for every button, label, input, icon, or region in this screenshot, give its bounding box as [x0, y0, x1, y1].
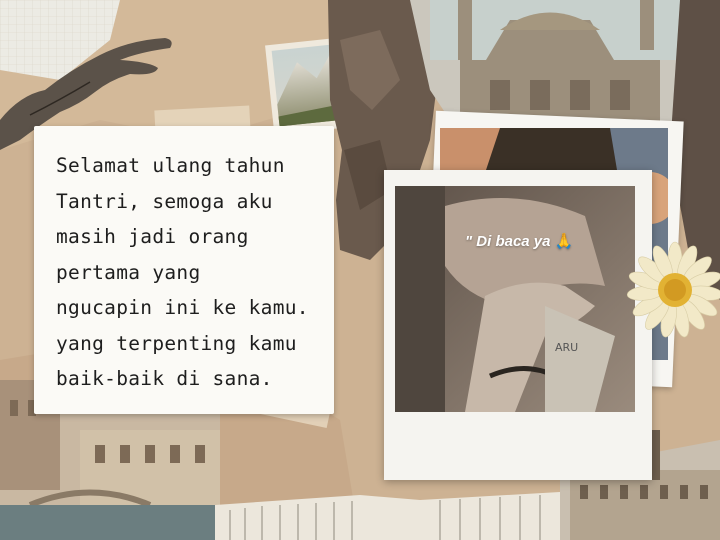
hands-photo: ARU [395, 186, 635, 412]
photo-caption: " Di baca ya 🙏 [465, 233, 574, 250]
birthday-message: Selamat ulang tahun Tantri, semoga aku m… [56, 154, 309, 390]
daisy-flower-icon [626, 241, 720, 338]
svg-text:ARU: ARU [555, 341, 578, 354]
pray-emoji: 🙏 [554, 233, 574, 250]
